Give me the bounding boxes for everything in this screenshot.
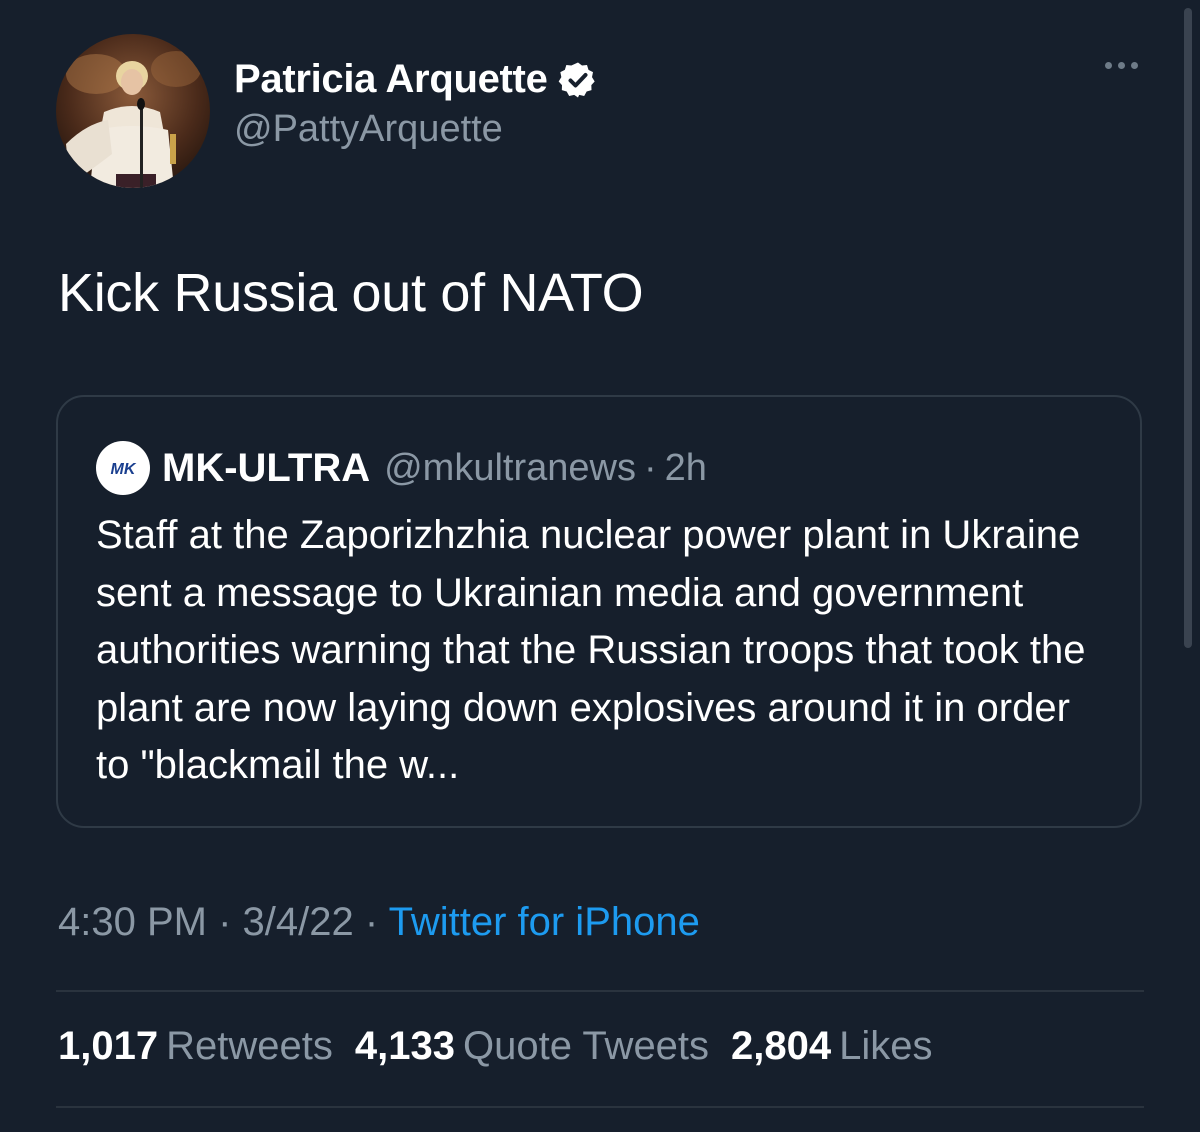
retweets-stat[interactable]: 1,017 Retweets xyxy=(58,1024,333,1069)
meta-separator: · xyxy=(364,900,379,944)
meta-separator: · xyxy=(218,900,232,944)
more-dot xyxy=(1131,62,1138,69)
quoted-handle: @mkultranews xyxy=(384,446,636,489)
divider xyxy=(56,990,1144,992)
quoted-separator: · xyxy=(643,446,657,489)
tweet-source-link[interactable]: Twitter for iPhone xyxy=(389,900,700,944)
tweet-text: Kick Russia out of NATO xyxy=(58,263,644,323)
name-row: Patricia Arquette xyxy=(234,57,598,102)
author-handle[interactable]: @PattyArquette xyxy=(234,108,598,151)
likes-stat[interactable]: 2,804 Likes xyxy=(731,1024,933,1069)
quoted-display-name: MK-ULTRA xyxy=(162,445,371,490)
scrollbar[interactable] xyxy=(1184,8,1192,648)
svg-text:MK: MK xyxy=(111,461,137,478)
verified-badge-icon xyxy=(558,60,598,100)
tweet-time[interactable]: 4:30 PM xyxy=(58,900,207,944)
quote-tweets-count: 4,133 xyxy=(354,1024,455,1068)
mk-ultra-logo-icon: MK xyxy=(96,441,150,495)
retweets-count: 1,017 xyxy=(58,1024,159,1068)
profile-photo xyxy=(56,34,210,188)
tweet-date[interactable]: 3/4/22 xyxy=(243,900,354,944)
more-dot xyxy=(1105,62,1112,69)
quoted-tweet-header: MK MK-ULTRA @mkultranews · 2h xyxy=(96,441,707,495)
quoted-tweet-text: Staff at the Zaporizhzhia nuclear power … xyxy=(96,513,1086,787)
divider xyxy=(56,1106,1144,1108)
likes-count: 2,804 xyxy=(731,1024,832,1068)
more-horizontal-icon[interactable] xyxy=(1105,62,1138,69)
tweet-author-header: Patricia Arquette @PattyArquette xyxy=(56,34,598,188)
quote-tweets-stat[interactable]: 4,133 Quote Tweets xyxy=(355,1024,709,1069)
quote-tweets-label: Quote Tweets xyxy=(462,1024,710,1068)
quoted-timestamp: 2h xyxy=(664,446,707,489)
tweet-stats: 1,017 Retweets 4,133 Quote Tweets 2,804 Lik… xyxy=(58,1024,933,1069)
quoted-tweet-card[interactable]: MK MK-ULTRA @mkultranews · 2h Staff at t… xyxy=(56,395,1142,828)
avatar[interactable] xyxy=(56,34,210,188)
author-display-name[interactable]: Patricia Arquette xyxy=(234,57,548,102)
tweet-detail-page: Patricia Arquette @PattyArquette Kick Ru… xyxy=(0,0,1200,1132)
retweets-label: Retweets xyxy=(166,1024,333,1068)
likes-label: Likes xyxy=(839,1024,933,1068)
tweet-metadata: 4:30 PM · 3/4/22 · Twitter for iPhone xyxy=(58,900,700,945)
more-dot xyxy=(1118,62,1125,69)
author-names: Patricia Arquette @PattyArquette xyxy=(234,57,598,151)
